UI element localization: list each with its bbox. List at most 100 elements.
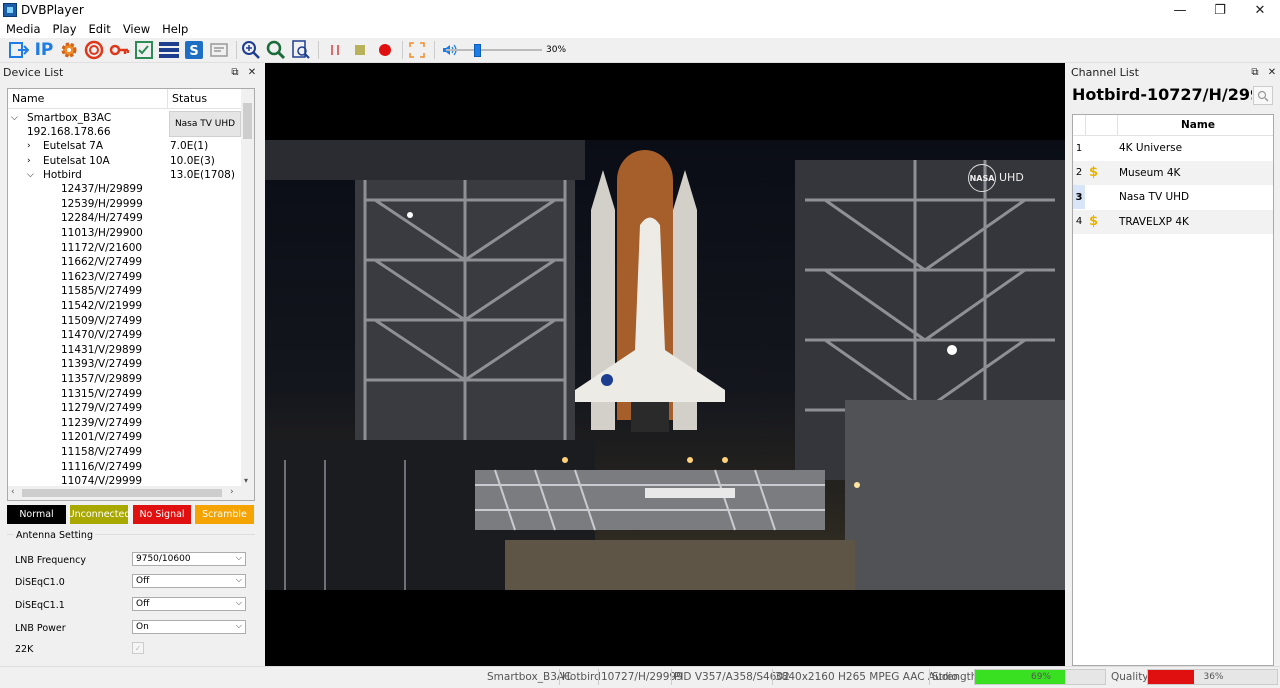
epg-icon[interactable] (208, 39, 230, 61)
menu-view[interactable]: View (117, 22, 156, 36)
scan-device-icon[interactable] (8, 39, 30, 61)
legend-no-signal: No Signal (133, 505, 191, 524)
lnb-power-select[interactable]: On ⌵ (132, 620, 246, 634)
close-panel-icon[interactable]: ✕ (245, 65, 259, 80)
volume-slider-thumb[interactable] (474, 44, 481, 57)
menu-help[interactable]: Help (156, 22, 194, 36)
stop-icon[interactable] (349, 39, 371, 61)
device-tree[interactable]: Name Status ⌵ Smartbox_B3AC 192.168.178.… (7, 88, 255, 501)
channel-number: 3 (1073, 185, 1085, 209)
search-icon[interactable] (1253, 86, 1273, 105)
tree-row-transponder[interactable]: 11509/V/27499 (61, 313, 142, 328)
channel-name: Nasa TV UHD (1119, 191, 1190, 203)
zoom-in-icon[interactable] (240, 39, 262, 61)
toolbar-separator (434, 41, 435, 59)
device-status: Nasa TV UHD (169, 111, 241, 137)
tree-row-transponder[interactable]: 11393/V/27499 (61, 357, 142, 372)
lnb-power-value: On (136, 622, 149, 632)
22k-checkbox[interactable]: ✓ (132, 642, 144, 654)
video-player[interactable]: NASA UHD (265, 63, 1065, 666)
col-status-header[interactable]: Status (168, 89, 248, 108)
tree-row-transponder[interactable]: 11315/V/27499 (61, 386, 142, 401)
scroll-right-icon[interactable]: › (230, 487, 234, 497)
tree-row-transponder[interactable]: 11239/V/27499 (61, 416, 142, 431)
tree-row-transponder[interactable]: 11623/V/27499 (61, 270, 142, 285)
window-title: DVBPlayer (21, 3, 84, 17)
scrollbar-thumb[interactable] (243, 103, 252, 139)
volume-slider-track[interactable] (446, 49, 542, 51)
tree-row-transponder[interactable]: 12539/H/29999 (61, 197, 143, 212)
diseqc10-select[interactable]: Off ⌵ (132, 574, 246, 588)
server-list-icon[interactable] (158, 39, 180, 61)
menu-play[interactable]: Play (47, 22, 83, 36)
tree-row-transponder[interactable]: 11585/V/27499 (61, 284, 142, 299)
tree-row-transponder[interactable]: 11470/V/27499 (61, 328, 142, 343)
float-panel-icon[interactable]: ⧉ (228, 65, 242, 80)
tree-vertical-scrollbar[interactable]: ▾ (241, 89, 254, 487)
menu-edit[interactable]: Edit (83, 22, 117, 36)
tree-row-transponder[interactable]: 11662/V/27499 (61, 255, 142, 270)
svg-text:S: S (189, 44, 198, 59)
tree-row-transponder[interactable]: 11542/V/21999 (61, 299, 142, 314)
fullscreen-icon[interactable] (406, 39, 428, 61)
cam-icon[interactable]: S (183, 39, 205, 61)
target-icon[interactable] (83, 39, 105, 61)
channel-number: 1 (1075, 142, 1083, 154)
chevron-down-icon: ⌵ (235, 575, 242, 584)
tree-row-transponder[interactable]: 11013/H/29900 (61, 226, 143, 241)
scrollbar-thumb[interactable] (22, 489, 222, 497)
lnb-frequency-select[interactable]: 9750/10600 ⌵ (132, 552, 246, 566)
channel-row[interactable]: 3 Nasa TV UHD (1073, 185, 1273, 209)
float-panel-icon[interactable]: ⧉ (1248, 65, 1262, 80)
diseqc11-value: Off (136, 599, 150, 609)
satellite-name: Eutelsat 7A (43, 140, 104, 153)
col-name-header[interactable]: Name (1181, 119, 1215, 131)
tree-row-transponder[interactable]: 11357/V/29899 (61, 372, 142, 387)
tree-row-transponder[interactable]: 12437/H/29899 (61, 182, 143, 197)
tree-horizontal-scrollbar[interactable]: ‹ › (8, 486, 254, 500)
col-name-header[interactable]: Name (8, 89, 168, 108)
search-icon[interactable] (265, 39, 287, 61)
tree-row-transponder[interactable]: 11172/V/21600 (61, 240, 142, 255)
key-icon[interactable] (108, 39, 130, 61)
ip-connect-icon[interactable]: IP (33, 39, 55, 61)
record-icon[interactable] (374, 39, 396, 61)
close-panel-icon[interactable]: ✕ (1265, 65, 1279, 80)
chevron-down-icon[interactable]: ⌵ (27, 170, 39, 180)
maximize-button[interactable]: ❐ (1202, 0, 1238, 20)
tree-row-satellite[interactable]: ⌵ Hotbird (27, 168, 82, 183)
channel-row[interactable]: 2 $ Museum 4K (1073, 160, 1273, 185)
chevron-right-icon[interactable]: › (27, 141, 39, 151)
channel-table[interactable]: Name 1 4K Universe 2 $ Museum 4K 3 Nasa TV UHD… (1072, 114, 1274, 666)
title-bar: DVBPlayer — ❐ ✕ (0, 0, 1280, 20)
chevron-down-icon[interactable]: ⌵ (11, 113, 23, 123)
gear-icon[interactable] (58, 39, 80, 61)
tree-row-transponder[interactable]: 11279/V/27499 (61, 401, 142, 416)
channel-row[interactable]: 4 $ TRAVELXP 4K (1073, 209, 1273, 234)
channel-row[interactable]: 1 4K Universe (1073, 136, 1273, 160)
tree-row-transponder[interactable]: 12284/H/27499 (61, 211, 143, 226)
tree-row-transponder[interactable]: 11431/V/29899 (61, 343, 142, 358)
menu-media[interactable]: Media (0, 22, 47, 36)
document-search-icon[interactable] (290, 39, 312, 61)
tree-row-satellite[interactable]: › Eutelsat 7A (27, 139, 103, 154)
tree-row-transponder[interactable]: 11116/V/27499 (61, 459, 142, 474)
antenna-setting-title: Antenna Setting (14, 530, 95, 541)
tree-row-satellite[interactable]: › Eutelsat 10A (27, 154, 110, 169)
tree-row-transponder[interactable]: 11201/V/27499 (61, 430, 142, 445)
pause-icon[interactable] (324, 39, 346, 61)
channel-table-header: Name (1073, 115, 1273, 136)
legend-unconnected: Unconnected (68, 505, 130, 524)
tree-row-device[interactable]: ⌵ Smartbox_B3AC (11, 111, 111, 126)
tree-row-transponder[interactable]: 11158/V/27499 (61, 445, 142, 460)
satellite-name: Hotbird (43, 169, 82, 182)
chevron-right-icon[interactable]: › (27, 156, 39, 166)
checklist-icon[interactable] (133, 39, 155, 61)
scroll-left-icon[interactable]: ‹ (11, 487, 15, 497)
toolbar: IP S (0, 38, 1280, 63)
diseqc11-select[interactable]: Off ⌵ (132, 597, 246, 611)
scroll-down-icon[interactable]: ▾ (244, 476, 248, 485)
close-button[interactable]: ✕ (1242, 0, 1278, 20)
minimize-button[interactable]: — (1162, 0, 1198, 20)
channel-number: 2 (1075, 167, 1083, 178)
